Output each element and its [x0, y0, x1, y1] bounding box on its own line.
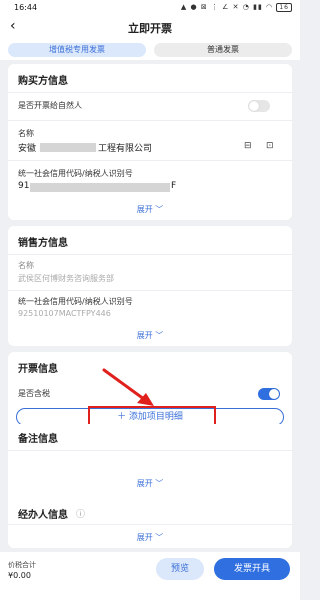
issue-invoice-button[interactable]: 发票开具	[214, 558, 290, 580]
seller-tax-id-value: 92510107MACTFPY446	[18, 309, 111, 318]
divider	[8, 450, 292, 451]
divider	[8, 290, 292, 291]
seller-expand-button[interactable]: 展开 ﹀	[8, 330, 292, 341]
remarks-card: 备注信息 展开 ﹀	[8, 424, 292, 494]
seller-info-card: 销售方信息 名称 武侯区何博财务咨询服务部 统一社会信用代码/纳税人识别号 92…	[8, 226, 292, 346]
status-bar: 16:44 ▲ ● ⊠ ⋮ ∠ ✕ ◔ ▮▮ ◠ 16	[0, 0, 300, 16]
preview-button[interactable]: 预览	[156, 558, 204, 580]
redacted-tax-id	[30, 183, 170, 192]
remarks-expand-button[interactable]: 展开 ﹀	[8, 478, 292, 489]
buyer-tax-id-label: 统一社会信用代码/纳税人识别号	[18, 169, 133, 178]
seller-section-title: 销售方信息	[18, 238, 68, 249]
seller-name-label: 名称	[18, 261, 34, 270]
tax-included-label: 是否含税	[18, 389, 50, 398]
scan-icon[interactable]: ⊡	[266, 141, 274, 151]
page-title: 立即开票	[128, 22, 172, 35]
buyer-info-card: 购买方信息 是否开票给自然人 名称 安徽 工程有限公司 ⊟ ⊡ 统一社会信用代码…	[8, 64, 292, 220]
divider	[8, 254, 292, 255]
battery-icon: 16	[276, 3, 292, 12]
buyer-tax-id-prefix: 91	[18, 181, 30, 191]
header: ‹ 立即开票	[0, 16, 300, 38]
divider	[8, 160, 292, 161]
toggle-knob	[249, 101, 259, 111]
buyer-name-label: 名称	[18, 129, 34, 138]
agent-section-title: 经办人信息	[18, 510, 68, 521]
seller-tax-id-label: 统一社会信用代码/纳税人识别号	[18, 297, 133, 306]
buyer-name-prefix: 安徽	[18, 144, 37, 154]
natural-person-label: 是否开票给自然人	[18, 101, 82, 110]
redacted-name	[40, 143, 96, 152]
card-list-icon[interactable]: ⊟	[244, 141, 252, 151]
remarks-section-title: 备注信息	[18, 434, 58, 445]
buyer-section-title: 购买方信息	[18, 76, 68, 87]
buyer-name-suffix: 工程有限公司	[98, 144, 153, 154]
info-icon[interactable]: ⓘ	[76, 507, 85, 520]
buyer-tax-id-suffix: F	[171, 181, 177, 191]
natural-person-toggle[interactable]	[248, 100, 270, 112]
agent-card: 经办人信息 ⓘ 展开 ﹀	[8, 500, 292, 548]
tab-vat-special-invoice[interactable]: 增值税专用发票	[8, 43, 146, 57]
total-label: 价税合计	[8, 561, 36, 569]
divider	[8, 92, 292, 93]
bottom-bar: 价税合计 ¥0.00 预览 发票开具	[0, 552, 300, 600]
divider	[8, 524, 292, 525]
tab-normal-invoice[interactable]: 普通发票	[154, 43, 292, 57]
invoice-section-title: 开票信息	[18, 364, 58, 375]
agent-expand-button[interactable]: 展开 ﹀	[8, 532, 292, 543]
divider	[8, 120, 292, 121]
buyer-expand-button[interactable]: 展开 ﹀	[8, 204, 292, 215]
status-indicator-icons: ▲ ● ⊠ ⋮ ∠ ✕ ◔ ▮▮ ◠	[180, 3, 274, 11]
seller-name-value: 武侯区何博财务咨询服务部	[18, 274, 114, 283]
total-value: ¥0.00	[8, 571, 31, 580]
status-icons: ▲ ● ⊠ ⋮ ∠ ✕ ◔ ▮▮ ◠ 16	[181, 3, 292, 12]
toggle-knob	[269, 389, 279, 399]
tax-included-toggle[interactable]	[258, 388, 280, 400]
status-time: 16:44	[14, 3, 38, 12]
invoice-type-tabs: 增值税专用发票 普通发票	[0, 38, 300, 60]
